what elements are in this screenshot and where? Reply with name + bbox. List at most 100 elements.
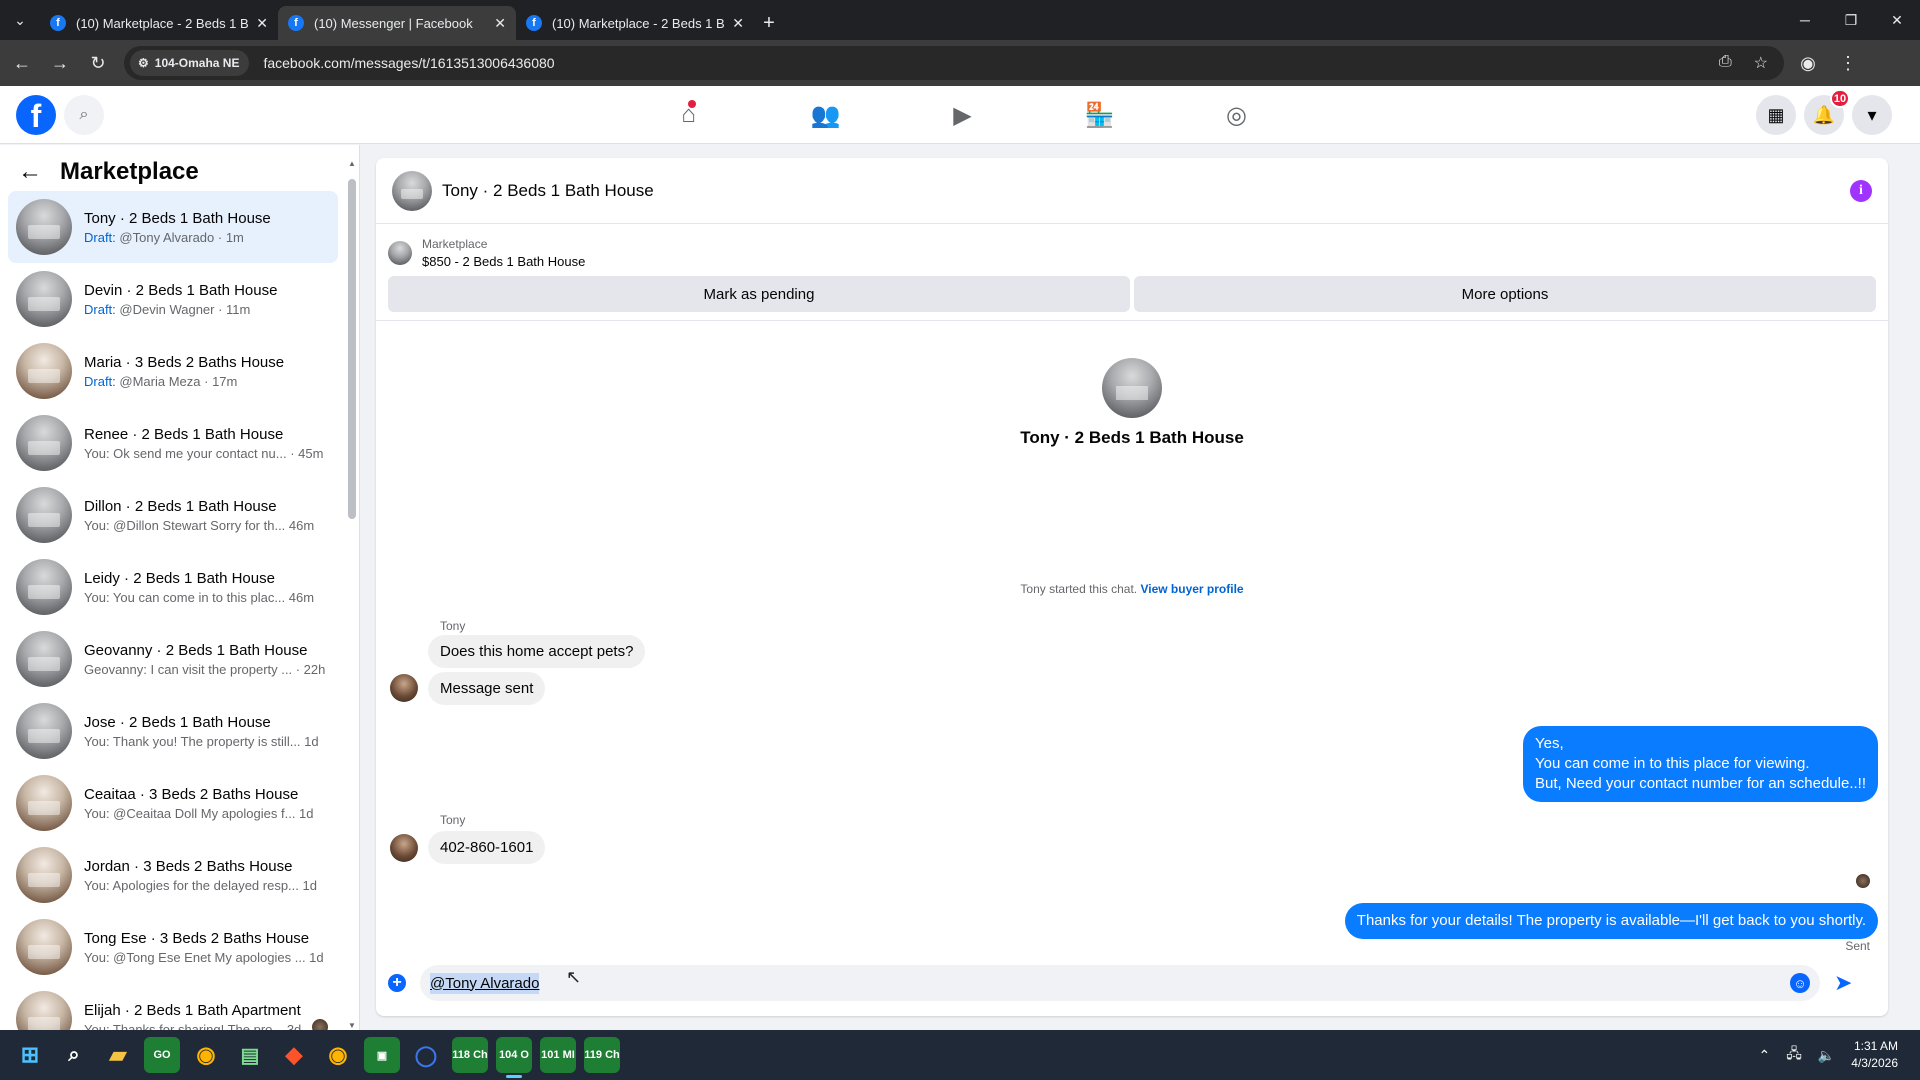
- profile-icon[interactable]: ◉: [1792, 47, 1824, 79]
- conversation-item[interactable]: Ceaitaa · 3 Beds 2 Baths House You: @Ceai…: [8, 767, 338, 839]
- menu-grid-icon[interactable]: ▦: [1756, 95, 1796, 135]
- video-icon[interactable]: ▶: [894, 86, 1031, 144]
- more-options-button[interactable]: More options: [1134, 276, 1876, 312]
- conversation-preview: @Tony Alvarado · 1m: [115, 229, 244, 245]
- send-icon[interactable]: ➤: [1834, 970, 1852, 996]
- volume-icon[interactable]: 🔈: [1818, 1047, 1835, 1064]
- forward-arrow-icon[interactable]: →: [44, 47, 76, 79]
- conversation-name: Tong Ese · 3 Beds 2 Baths House: [84, 929, 310, 947]
- browser-tab-marketplace-1[interactable]: f (10) Marketplace - 2 Beds 1 Bat ✕: [40, 6, 278, 40]
- system-clock[interactable]: 1:31 AM 4/3/2026: [1851, 1038, 1898, 1072]
- incoming-message[interactable]: Message sent: [428, 672, 546, 705]
- plus-icon[interactable]: +: [388, 974, 406, 992]
- incoming-message[interactable]: 402-860-1601: [428, 831, 546, 864]
- browser-tab-messenger[interactable]: f (10) Messenger | Facebook ✕: [278, 6, 516, 40]
- tab-search-chevron-icon[interactable]: ⌄: [0, 0, 40, 40]
- taskbar-app-go[interactable]: GO: [144, 1037, 180, 1073]
- listing-thumbnail: [388, 241, 412, 265]
- conversation-item[interactable]: Jose · 2 Beds 1 Bath House You: Thank you…: [8, 695, 338, 767]
- site-info-chip[interactable]: ⚙ 104-Omaha NE: [130, 50, 250, 76]
- url-text[interactable]: facebook.com/messages/t/1613513006436080: [263, 55, 554, 71]
- scrollbar-thumb[interactable]: [348, 179, 356, 519]
- tray-overflow-icon[interactable]: ⌃: [1758, 1047, 1770, 1064]
- taskbar-app-104[interactable]: 104 O: [496, 1037, 532, 1078]
- sender-avatar[interactable]: [390, 674, 418, 702]
- conversation-item[interactable]: Jordan · 3 Beds 2 Baths House You: Apolog…: [8, 839, 338, 911]
- brave-browser-icon[interactable]: ◆: [276, 1037, 312, 1073]
- conversation-item[interactable]: Tong Ese · 3 Beds 2 Baths House You: @Ton…: [8, 911, 338, 983]
- taskbar-app-118[interactable]: 118 Ch: [452, 1037, 488, 1073]
- taskbar-app-119[interactable]: 119 Ch: [584, 1037, 620, 1073]
- chat-title[interactable]: Tony · 2 Beds 1 Bath House: [442, 181, 654, 201]
- conversation-item[interactable]: Maria · 3 Beds 2 Baths House Draft: @Mari…: [8, 335, 338, 407]
- conversation-item[interactable]: Devin · 2 Beds 1 Bath House Draft: @Devin…: [8, 263, 338, 335]
- mark-as-pending-button[interactable]: Mark as pending: [388, 276, 1130, 312]
- conversation-item[interactable]: Leidy · 2 Beds 1 Bath House You: You can …: [8, 551, 338, 623]
- notepad-icon[interactable]: ▤: [232, 1037, 268, 1073]
- message-input[interactable]: @Tony Alvarado ☺: [420, 965, 1820, 1001]
- conversation-item[interactable]: Dillon · 2 Beds 1 Bath House You: @Dillon…: [8, 479, 338, 551]
- facebook-favicon-icon: f: [288, 15, 304, 31]
- groups-icon[interactable]: ◎: [1168, 86, 1305, 144]
- conversation-item[interactable]: Geovanny · 2 Beds 1 Bath House Geovanny: …: [8, 623, 338, 695]
- info-icon[interactable]: i: [1850, 180, 1872, 202]
- tab-title: (10) Messenger | Facebook: [314, 15, 473, 31]
- conversation-name: Dillon · 2 Beds 1 Bath House: [84, 497, 277, 515]
- scroll-up-icon[interactable]: ▲: [348, 159, 356, 168]
- close-tab-icon[interactable]: ✕: [494, 15, 506, 32]
- emoji-icon[interactable]: ☺: [1790, 973, 1810, 993]
- search-icon[interactable]: ⌕: [64, 94, 104, 135]
- taskbar-app-101[interactable]: 101 MI: [540, 1037, 576, 1073]
- close-tab-icon[interactable]: ✕: [256, 15, 268, 32]
- outgoing-message[interactable]: Yes, You can come in to this place for v…: [1522, 726, 1878, 802]
- minimize-icon[interactable]: ─: [1782, 0, 1828, 40]
- listing-thumbnail: [16, 487, 72, 543]
- back-arrow-icon[interactable]: ←: [6, 47, 38, 79]
- incoming-message[interactable]: Does this home accept pets?: [428, 635, 646, 668]
- browser-tab-marketplace-2[interactable]: f (10) Marketplace - 2 Beds 1 Bat ✕: [516, 6, 754, 40]
- chrome-icon[interactable]: ◉: [188, 1037, 224, 1073]
- conversation-preview: You: @Dillon Stewart Sorry for th... 46m: [84, 517, 315, 533]
- file-explorer-icon[interactable]: ▰: [100, 1037, 136, 1073]
- listing-summary[interactable]: Marketplace $850 - 2 Beds 1 Bath House: [376, 224, 1888, 274]
- home-icon[interactable]: ⌂: [620, 86, 757, 144]
- mention-text[interactable]: @Tony Alvarado: [430, 972, 540, 994]
- clock-date: 4/3/2026: [1851, 1056, 1898, 1070]
- conversation-item[interactable]: Elijah · 2 Beds 1 Bath Apartment You: Tha…: [8, 983, 338, 1030]
- main-nav: ⌂ 👥 ▶ 🏪 ◎: [620, 86, 1305, 144]
- signal-app-icon[interactable]: ◯: [408, 1037, 444, 1073]
- network-icon[interactable]: 🖧: [1786, 1043, 1802, 1067]
- close-tab-icon[interactable]: ✕: [732, 15, 744, 32]
- close-window-icon[interactable]: ✕: [1874, 0, 1920, 40]
- chrome-profile-icon[interactable]: ◉: [320, 1037, 356, 1073]
- install-app-icon[interactable]: ⎙: [1719, 53, 1732, 73]
- conversation-preview: Geovanny: I can visit the property ... ·…: [84, 661, 326, 677]
- new-tab-plus-icon[interactable]: +: [754, 6, 784, 40]
- facebook-logo-icon[interactable]: f: [16, 94, 56, 135]
- friends-icon[interactable]: 👥: [757, 86, 894, 144]
- windows-start-icon[interactable]: ⊞: [12, 1037, 48, 1073]
- outgoing-message[interactable]: Thanks for your details! The property is…: [1344, 903, 1878, 939]
- draft-label: Draft:: [84, 301, 116, 317]
- profile-app-icon[interactable]: ▣: [364, 1037, 400, 1073]
- restore-icon[interactable]: ❐: [1828, 0, 1874, 40]
- chat-avatar[interactable]: [392, 170, 432, 211]
- notifications-bell-icon[interactable]: 🔔 10: [1804, 89, 1850, 135]
- address-bar[interactable]: ⚙ 104-Omaha NE facebook.com/messages/t/1…: [124, 46, 1784, 80]
- reload-icon[interactable]: ↻: [82, 47, 114, 79]
- tab-title: (10) Marketplace - 2 Beds 1 Bat: [76, 15, 249, 31]
- view-buyer-profile-link[interactable]: View buyer profile: [1140, 582, 1243, 596]
- bookmark-star-icon[interactable]: ☆: [1754, 53, 1768, 73]
- conversation-name: Leidy · 2 Beds 1 Bath House: [84, 569, 275, 587]
- windows-taskbar: ⊞ ⌕ ▰ GO ◉ ▤ ◆ ◉ ▣ ◯ 118 Ch 104 O 101 MI…: [0, 1030, 1920, 1080]
- search-icon[interactable]: ⌕: [56, 1037, 92, 1073]
- back-arrow-icon[interactable]: ←: [18, 158, 42, 186]
- scrollbar[interactable]: ▲ ▼: [345, 159, 359, 1030]
- scroll-down-icon[interactable]: ▼: [348, 1021, 356, 1030]
- conversation-item[interactable]: Renee · 2 Beds 1 Bath House You: Ok send …: [8, 407, 338, 479]
- marketplace-icon[interactable]: 🏪: [1031, 86, 1168, 144]
- conversation-item[interactable]: Tony · 2 Beds 1 Bath House Draft: @Tony A…: [8, 191, 338, 263]
- browser-menu-icon[interactable]: ⋮: [1832, 47, 1864, 79]
- account-chevron-icon[interactable]: ▾: [1852, 95, 1892, 135]
- sender-avatar[interactable]: [390, 834, 418, 862]
